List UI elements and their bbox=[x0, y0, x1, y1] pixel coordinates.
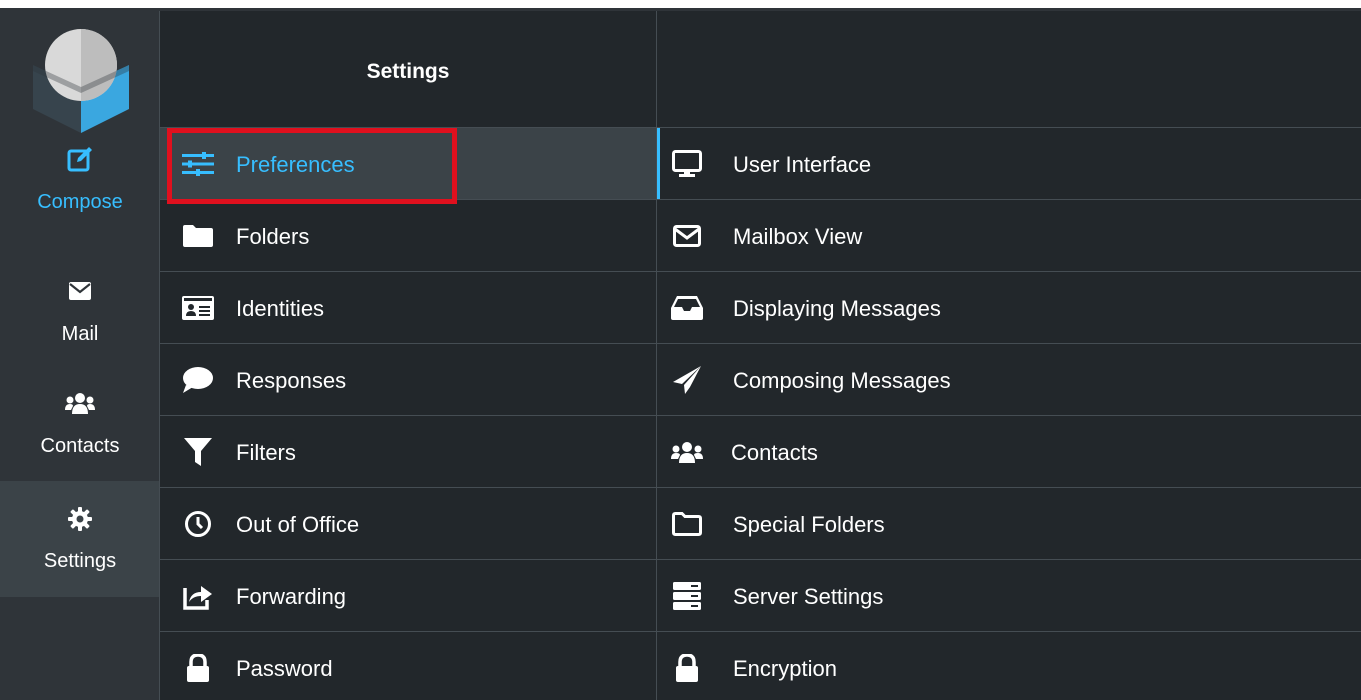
sliders-icon bbox=[180, 150, 216, 178]
preferences-header bbox=[657, 11, 1361, 128]
settings-item-label: Filters bbox=[236, 440, 296, 465]
filter-icon bbox=[180, 438, 216, 466]
paper-plane-icon bbox=[669, 366, 705, 394]
pref-item-label: Displaying Messages bbox=[733, 296, 941, 321]
gear-icon bbox=[0, 505, 160, 533]
envelope-outline-icon bbox=[669, 222, 705, 250]
taskbar-label-settings: Settings bbox=[43, 550, 117, 572]
settings-item-label: Folders bbox=[236, 224, 310, 249]
taskbar-item-settings[interactable]: Settings bbox=[0, 481, 160, 597]
taskbar-item-mail[interactable]: Mail bbox=[0, 249, 160, 363]
pref-item-mailbox-view[interactable]: Mailbox View bbox=[657, 200, 1361, 272]
desktop-icon bbox=[669, 150, 705, 178]
settings-item-responses[interactable]: Responses bbox=[160, 344, 656, 416]
settings-item-label: Out of Office bbox=[236, 512, 360, 537]
pref-item-label: Contacts bbox=[731, 440, 818, 465]
id-card-icon bbox=[180, 294, 216, 322]
settings-item-preferences[interactable]: Preferences bbox=[160, 128, 656, 200]
lock-icon bbox=[669, 654, 705, 682]
settings-item-identities[interactable]: Identities bbox=[160, 272, 656, 344]
inbox-icon bbox=[669, 294, 705, 322]
settings-item-forwarding[interactable]: Forwarding bbox=[160, 560, 656, 632]
settings-sidebar: Settings Preferences Folders Identities … bbox=[160, 11, 656, 700]
folder-icon bbox=[180, 222, 216, 250]
preferences-list: User Interface Mailbox View Displaying M… bbox=[657, 11, 1361, 700]
settings-item-label: Forwarding bbox=[236, 584, 347, 609]
taskbar-label-contacts: Contacts bbox=[40, 435, 120, 457]
share-icon bbox=[180, 582, 216, 610]
compose-icon bbox=[0, 145, 160, 173]
users-icon bbox=[669, 438, 705, 466]
envelope-icon bbox=[0, 277, 160, 305]
page-title: Settings bbox=[366, 60, 450, 83]
pref-item-user-interface[interactable]: User Interface bbox=[657, 128, 1361, 200]
pref-item-contacts[interactable]: Contacts bbox=[657, 416, 1361, 488]
settings-item-password[interactable]: Password bbox=[160, 632, 656, 700]
pref-item-label: Special Folders bbox=[733, 512, 885, 537]
taskbar-item-compose[interactable]: Compose bbox=[0, 133, 160, 243]
taskbar-label-mail: Mail bbox=[61, 323, 99, 345]
server-icon bbox=[669, 582, 705, 610]
roundcube-logo bbox=[33, 29, 129, 133]
pref-item-label: User Interface bbox=[733, 152, 872, 177]
settings-item-label: Responses bbox=[236, 368, 347, 393]
folder-outline-icon bbox=[669, 510, 705, 538]
settings-header: Settings bbox=[160, 11, 656, 128]
settings-item-folders[interactable]: Folders bbox=[160, 200, 656, 272]
pref-item-label: Mailbox View bbox=[733, 224, 863, 249]
pref-item-label: Encryption bbox=[733, 656, 837, 681]
settings-item-label: Identities bbox=[236, 296, 325, 321]
pref-item-label: Composing Messages bbox=[733, 368, 951, 393]
clock-icon bbox=[180, 510, 216, 538]
taskbar-item-contacts[interactable]: Contacts bbox=[0, 369, 160, 477]
app-window: Compose Mail Contacts Settings Settings … bbox=[0, 0, 1361, 700]
users-icon bbox=[0, 389, 160, 417]
settings-item-filters[interactable]: Filters bbox=[160, 416, 656, 488]
taskbar: Compose Mail Contacts Settings bbox=[0, 11, 160, 700]
pref-item-server-settings[interactable]: Server Settings bbox=[657, 560, 1361, 632]
pref-item-label: Server Settings bbox=[733, 584, 884, 609]
pref-item-displaying-messages[interactable]: Displaying Messages bbox=[657, 272, 1361, 344]
settings-item-label: Preferences bbox=[236, 152, 355, 177]
pref-item-composing-messages[interactable]: Composing Messages bbox=[657, 344, 1361, 416]
pref-item-special-folders[interactable]: Special Folders bbox=[657, 488, 1361, 560]
taskbar-label-compose: Compose bbox=[37, 191, 123, 213]
lock-icon bbox=[180, 654, 216, 682]
comment-icon bbox=[180, 366, 216, 394]
pref-item-encryption[interactable]: Encryption bbox=[657, 632, 1361, 700]
settings-item-label: Password bbox=[236, 656, 333, 681]
settings-item-out-of-office[interactable]: Out of Office bbox=[160, 488, 656, 560]
